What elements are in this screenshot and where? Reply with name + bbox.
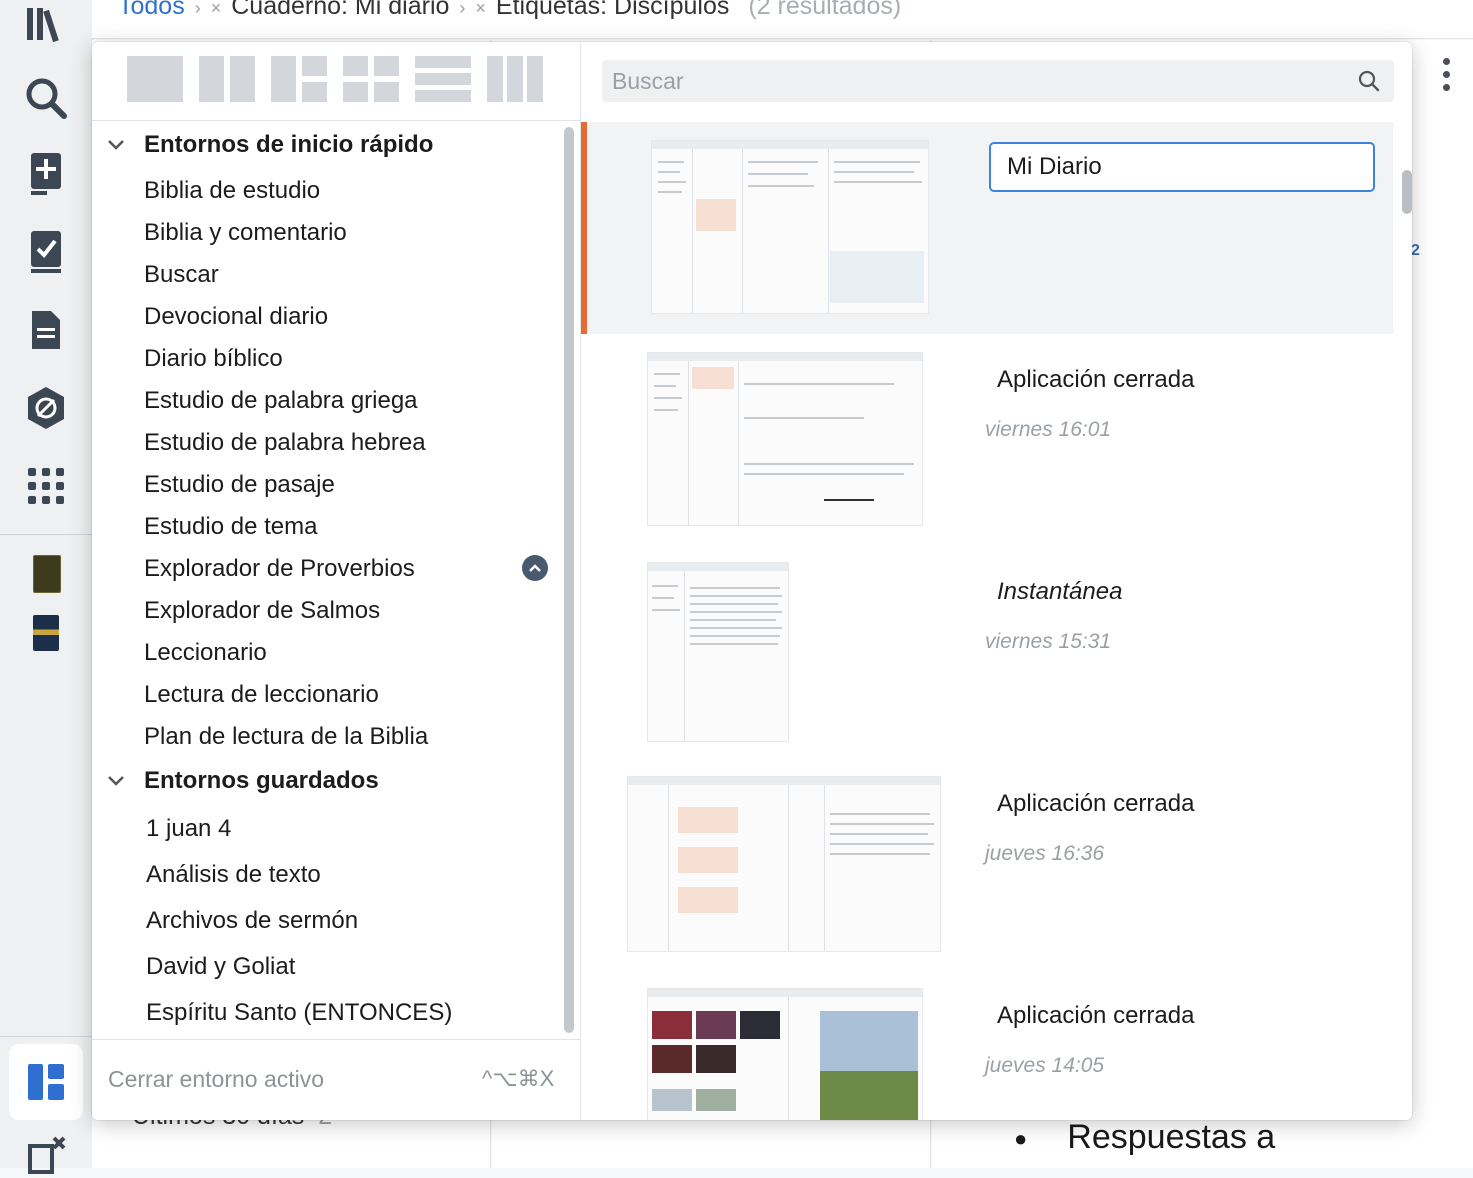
snapshot-time: jueves 16:36 bbox=[985, 842, 1105, 865]
compass-shield-icon[interactable] bbox=[22, 384, 70, 432]
layout-item[interactable]: Biblia y comentario bbox=[144, 219, 347, 247]
keyboard-shortcut: ^⌥⌘X bbox=[482, 1066, 555, 1091]
chevron-down-icon bbox=[106, 774, 126, 788]
layout-one-plus-two-button[interactable] bbox=[271, 56, 327, 102]
snapshots-pane: Aplicación cerrada viernes 16:01 Instant… bbox=[581, 42, 1412, 1120]
layout-item[interactable]: Estudio de pasaje bbox=[144, 471, 335, 499]
layout-item[interactable]: Análisis de texto bbox=[146, 861, 321, 889]
rail-divider bbox=[0, 534, 92, 535]
layout-item[interactable]: Explorador de Salmos bbox=[144, 597, 380, 625]
snapshot-name-field[interactable] bbox=[989, 142, 1375, 192]
layout-picker bbox=[92, 42, 580, 121]
snapshot-thumbnail bbox=[627, 776, 941, 952]
layout-item[interactable]: David y Goliat bbox=[146, 953, 295, 981]
search-input[interactable] bbox=[602, 60, 1352, 102]
close-panels-icon[interactable] bbox=[22, 1130, 70, 1178]
layouts-button[interactable] bbox=[9, 1044, 83, 1120]
close-active-layout-button[interactable]: Cerrar entorno activo bbox=[108, 1066, 324, 1093]
layout-grid-button[interactable] bbox=[343, 56, 399, 102]
layout-item[interactable]: Estudio de tema bbox=[144, 513, 317, 541]
add-document-icon[interactable] bbox=[22, 150, 70, 198]
snapshot-thumbnail bbox=[647, 352, 923, 526]
rail-divider bbox=[0, 1036, 92, 1037]
chevron-up-icon[interactable] bbox=[522, 555, 548, 581]
layout-item[interactable]: Archivos de sermón bbox=[146, 907, 358, 935]
layout-single-button[interactable] bbox=[127, 56, 183, 102]
background-count: 2 bbox=[1411, 242, 1420, 259]
search-icon[interactable] bbox=[22, 74, 70, 122]
layouts-icon bbox=[28, 1064, 64, 1100]
snapshot-time: viernes 16:01 bbox=[985, 418, 1112, 441]
layouts-panel: Entornos de inicio rápido Biblia de estu… bbox=[92, 42, 1412, 1120]
section-title: Entornos guardados bbox=[144, 767, 379, 794]
checklist-icon[interactable] bbox=[22, 228, 70, 276]
app-rail bbox=[0, 0, 93, 1174]
layout-item[interactable]: 1 juan 4 bbox=[146, 815, 231, 843]
layouts-list: Entornos de inicio rápido Biblia de estu… bbox=[92, 121, 580, 1039]
book-cover-thumbnail[interactable] bbox=[33, 615, 59, 651]
layout-item[interactable]: Explorador de Proverbios bbox=[144, 555, 415, 583]
layout-item[interactable]: Buscar bbox=[144, 261, 219, 289]
layout-item[interactable]: Lectura de leccionario bbox=[144, 681, 379, 709]
snapshot-list: Aplicación cerrada viernes 16:01 Instant… bbox=[581, 122, 1412, 1120]
background-bullet-text: ● Respuestas a bbox=[1014, 1118, 1276, 1156]
layout-item[interactable]: Biblia de estudio bbox=[144, 177, 320, 205]
snapshot-item[interactable]: Instantánea viernes 15:31 bbox=[581, 546, 1393, 758]
snapshot-title: Aplicación cerrada bbox=[997, 1002, 1195, 1029]
layout-item[interactable]: Estudio de palabra hebrea bbox=[144, 429, 426, 457]
snapshot-time: viernes 15:31 bbox=[985, 630, 1112, 653]
layouts-list-pane: Entornos de inicio rápido Biblia de estu… bbox=[92, 42, 581, 1120]
layout-item[interactable]: Devocional diario bbox=[144, 303, 328, 331]
snapshots-scrollbar[interactable] bbox=[1402, 170, 1412, 214]
search-box bbox=[602, 60, 1394, 102]
document-icon[interactable] bbox=[22, 306, 70, 354]
snapshot-title: Instantánea bbox=[997, 578, 1123, 605]
breadcrumb-all[interactable]: Todos bbox=[118, 0, 185, 20]
search-icon[interactable] bbox=[1358, 70, 1380, 97]
snapshot-name-input[interactable] bbox=[991, 144, 1373, 190]
bullet-text: Respuestas a bbox=[1067, 1118, 1276, 1156]
layout-item[interactable]: Plan de lectura de la Biblia bbox=[144, 723, 428, 751]
apps-grid-icon[interactable] bbox=[22, 462, 70, 510]
snapshot-title: Aplicación cerrada bbox=[997, 790, 1195, 817]
snapshot-item[interactable]: Aplicación cerrada jueves 14:05 bbox=[581, 970, 1393, 1120]
breadcrumb-tags[interactable]: Etiquetas: Discípulos bbox=[496, 0, 729, 20]
snapshot-item[interactable] bbox=[581, 122, 1393, 334]
more-options-icon[interactable] bbox=[1438, 58, 1454, 92]
snapshot-item[interactable]: Aplicación cerrada viernes 16:01 bbox=[581, 334, 1393, 546]
layout-item[interactable]: Espíritu Santo (ENTONCES) bbox=[146, 999, 452, 1027]
breadcrumb: Todos › × Cuaderno: Mi diario › × Etiquetas: D… bbox=[118, 0, 901, 21]
section-quick-start[interactable]: Entornos de inicio rápido bbox=[106, 131, 433, 159]
layout-rows-button[interactable] bbox=[415, 56, 471, 102]
layout-item[interactable]: Leccionario bbox=[144, 639, 267, 667]
list-scrollbar[interactable] bbox=[564, 127, 574, 1033]
library-icon[interactable] bbox=[22, 0, 70, 48]
layout-item[interactable]: Estudio de palabra griega bbox=[144, 387, 418, 415]
snapshot-thumbnail bbox=[647, 562, 789, 742]
snapshot-item[interactable]: Aplicación cerrada jueves 16:36 bbox=[581, 758, 1393, 970]
snapshot-time: jueves 14:05 bbox=[985, 1054, 1105, 1077]
snapshot-thumbnail bbox=[651, 140, 929, 314]
layout-item[interactable]: Diario bíblico bbox=[144, 345, 283, 373]
layout-three-columns-button[interactable] bbox=[487, 56, 543, 102]
panel-footer: Cerrar entorno activo ^⌥⌘X bbox=[92, 1039, 580, 1120]
layout-two-columns-button[interactable] bbox=[199, 56, 255, 102]
section-title: Entornos de inicio rápido bbox=[144, 131, 434, 158]
snapshot-thumbnail bbox=[647, 988, 923, 1120]
chevron-down-icon bbox=[106, 138, 126, 152]
snapshot-title: Aplicación cerrada bbox=[997, 366, 1195, 393]
section-saved[interactable]: Entornos guardados bbox=[106, 767, 379, 795]
breadcrumb-results: (2 resultados) bbox=[748, 0, 902, 20]
breadcrumb-notebook[interactable]: Cuaderno: Mi diario bbox=[231, 0, 449, 20]
book-cover-thumbnail[interactable] bbox=[33, 555, 61, 593]
